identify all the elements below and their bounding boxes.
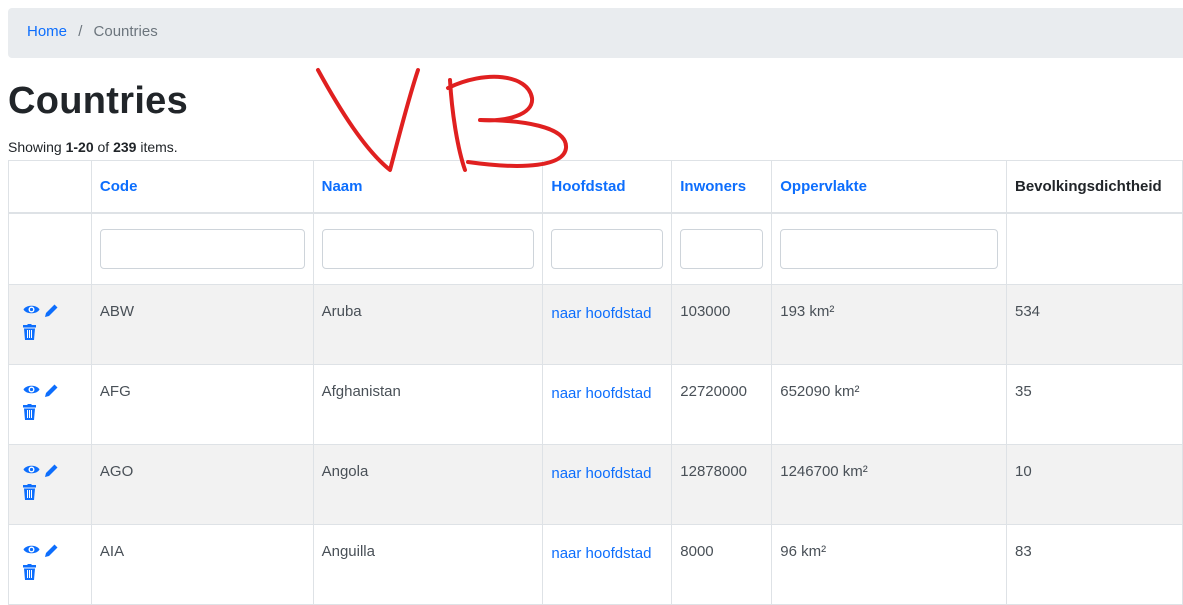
trash-icon[interactable]: [23, 403, 36, 420]
cell-inwoners: 103000: [671, 283, 773, 365]
cell-dichtheid: 534: [1005, 283, 1183, 365]
pencil-icon[interactable]: [44, 303, 59, 318]
pencil-icon[interactable]: [44, 383, 59, 398]
trash-icon[interactable]: [23, 323, 36, 340]
summary-prefix: Showing: [8, 139, 66, 155]
breadcrumb-current: Countries: [93, 23, 158, 40]
capital-link[interactable]: naar hoofdstad: [551, 465, 651, 482]
results-summary: Showing 1-20 of 239 items.: [8, 139, 178, 155]
page-title: Countries: [8, 80, 189, 122]
filter-oppervlakte-input[interactable]: [780, 228, 998, 269]
capital-link[interactable]: naar hoofdstad: [551, 305, 651, 322]
table-row: AGO Angola naar hoofdstad 12878000 1246700 k…: [8, 443, 1183, 525]
breadcrumb: Home / Countries: [8, 8, 1183, 58]
filter-cell-inwoners: [671, 212, 773, 285]
cell-naam: Aruba: [312, 283, 544, 365]
trash-icon[interactable]: [23, 483, 36, 500]
capital-link[interactable]: naar hoofdstad: [551, 385, 651, 402]
filter-cell-code: [90, 212, 314, 285]
filter-cell-oppervlakte: [771, 212, 1007, 285]
row-actions: [8, 363, 92, 445]
cell-inwoners: 22720000: [671, 363, 773, 445]
cell-dichtheid: 35: [1005, 363, 1183, 445]
cell-naam: Angola: [312, 443, 544, 525]
cell-oppervlakte: 96 km²: [771, 523, 1007, 605]
summary-of: of: [93, 139, 114, 155]
cell-dichtheid: 10: [1005, 443, 1183, 525]
row-actions: [8, 283, 92, 365]
sort-inwoners-link[interactable]: Inwoners: [680, 178, 746, 195]
filter-row: [8, 212, 1183, 285]
filter-hoofdstad-input[interactable]: [551, 228, 664, 269]
header-inwoners[interactable]: Inwoners: [671, 160, 773, 214]
filter-cell-actions: [8, 212, 92, 285]
header-oppervlakte[interactable]: Oppervlakte: [771, 160, 1007, 214]
cell-hoofdstad: naar hoofdstad: [542, 443, 673, 525]
eye-icon[interactable]: [23, 543, 40, 556]
cell-inwoners: 8000: [671, 523, 773, 605]
row-actions: [8, 443, 92, 525]
cell-oppervlakte: 1246700 km²: [771, 443, 1007, 525]
cell-hoofdstad: naar hoofdstad: [542, 363, 673, 445]
cell-inwoners: 12878000: [671, 443, 773, 525]
cell-hoofdstad: naar hoofdstad: [542, 283, 673, 365]
filter-cell-hoofdstad: [542, 212, 673, 285]
summary-range: 1-20: [65, 139, 94, 155]
cell-code: ABW: [90, 283, 314, 365]
table-row: AIA Anguilla naar hoofdstad 8000 96 km² 83: [8, 523, 1183, 605]
summary-total: 239: [113, 139, 137, 155]
sort-hoofdstad-link[interactable]: Hoofdstad: [551, 178, 625, 195]
sort-oppervlakte-link[interactable]: Oppervlakte: [780, 178, 867, 195]
pencil-icon[interactable]: [44, 543, 59, 558]
countries-table: Code Naam Hoofdstad Inwoners Oppervlakte…: [8, 160, 1183, 605]
eye-icon[interactable]: [23, 383, 40, 396]
cell-oppervlakte: 193 km²: [771, 283, 1007, 365]
capital-link[interactable]: naar hoofdstad: [551, 545, 651, 562]
table-row: AFG Afghanistan naar hoofdstad 22720000 6520…: [8, 363, 1183, 445]
table-row: ABW Aruba naar hoofdstad 103000 193 km² 534: [8, 283, 1183, 365]
eye-icon[interactable]: [23, 463, 40, 476]
cell-oppervlakte: 652090 km²: [771, 363, 1007, 445]
cell-naam: Anguilla: [312, 523, 544, 605]
breadcrumb-home-link[interactable]: Home: [27, 23, 67, 40]
header-bevolkingsdichtheid: Bevolkingsdichtheid: [1005, 160, 1183, 214]
pencil-icon[interactable]: [44, 463, 59, 478]
cell-code: AGO: [90, 443, 314, 525]
sort-code-link[interactable]: Code: [100, 178, 138, 195]
filter-naam-input[interactable]: [321, 228, 535, 269]
header-actions: [8, 160, 92, 214]
cell-hoofdstad: naar hoofdstad: [542, 523, 673, 605]
breadcrumb-separator: /: [78, 23, 83, 40]
eye-icon[interactable]: [23, 303, 40, 316]
sort-naam-link[interactable]: Naam: [322, 178, 363, 195]
filter-cell-naam: [312, 212, 544, 285]
header-hoofdstad[interactable]: Hoofdstad: [542, 160, 673, 214]
filter-code-input[interactable]: [99, 228, 305, 269]
row-actions: [8, 523, 92, 605]
cell-naam: Afghanistan: [312, 363, 544, 445]
trash-icon[interactable]: [23, 563, 36, 580]
cell-code: AIA: [90, 523, 314, 605]
header-code[interactable]: Code: [90, 160, 314, 214]
summary-suffix: items.: [136, 139, 178, 155]
cell-code: AFG: [90, 363, 314, 445]
filter-inwoners-input[interactable]: [680, 228, 764, 269]
header-naam[interactable]: Naam: [312, 160, 544, 214]
cell-dichtheid: 83: [1005, 523, 1183, 605]
filter-cell-dichtheid: [1005, 212, 1183, 285]
table-header-row: Code Naam Hoofdstad Inwoners Oppervlakte…: [8, 160, 1183, 214]
